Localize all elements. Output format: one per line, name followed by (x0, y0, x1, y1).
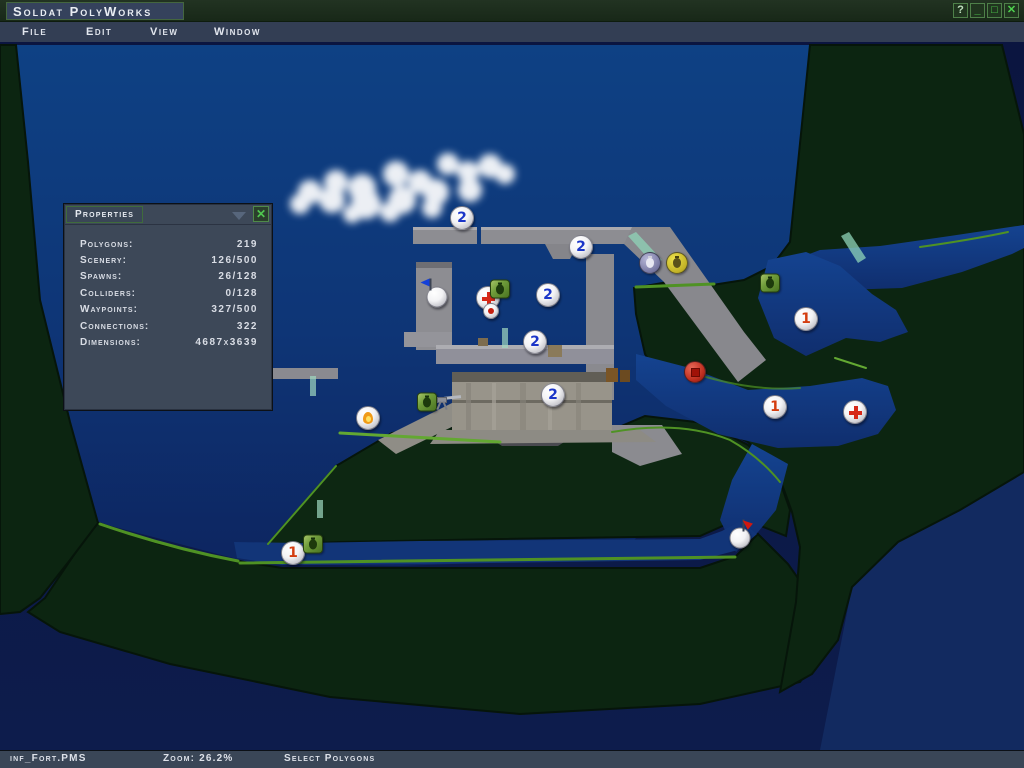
property-label: Colliders: (80, 288, 136, 299)
marker-grenade-box[interactable] (760, 274, 780, 293)
property-label: Polygons: (80, 239, 133, 250)
status-active-tool: Select Polygons (284, 753, 375, 764)
properties-row: Dimensions: 4687x3639 (64, 334, 272, 350)
properties-row: Polygons: 219 (64, 236, 272, 252)
properties-panel-titlebar[interactable]: Properties ✕ (64, 204, 272, 225)
marker-spawn-alpha[interactable]: 1 (281, 541, 305, 565)
property-value: 219 (237, 239, 258, 250)
marker-flag-bravo[interactable] (427, 287, 448, 308)
marker-spawn-bravo[interactable]: 2 (523, 330, 547, 354)
property-label: Spawns: (80, 271, 122, 282)
properties-panel-title-box: Properties (66, 206, 143, 223)
marker-spawn-bravo[interactable]: 2 (536, 283, 560, 307)
property-value: 327/500 (211, 304, 258, 315)
property-value: 126/500 (211, 255, 258, 266)
status-zoom-level: Zoom: 26.2% (163, 753, 234, 764)
properties-row: Waypoints: 327/500 (64, 302, 272, 318)
menu-file[interactable]: File (22, 26, 64, 38)
property-label: Waypoints: (80, 304, 138, 315)
menu-window[interactable]: Window (214, 26, 274, 38)
window-controls: ?_□✕ (953, 3, 1019, 18)
properties-row: Spawns: 26/128 (64, 269, 272, 285)
marker-bonus-predator[interactable] (639, 252, 661, 274)
properties-row: Colliders: 0/128 (64, 285, 272, 301)
menu-view[interactable]: View (150, 26, 192, 38)
marker-bonus-flamer[interactable] (356, 406, 380, 430)
property-value: 0/128 (225, 288, 258, 299)
marker-spawn-alpha[interactable]: 1 (763, 395, 787, 419)
marker-medkit[interactable] (843, 400, 867, 424)
marker-stat-gun[interactable] (432, 393, 462, 409)
property-label: Connections: (80, 321, 149, 332)
property-label: Scenery: (80, 255, 127, 266)
window-title: Soldat PolyWorks (13, 4, 152, 19)
properties-panel: Properties ✕ Polygons: 219 Scenery: 126/500… (63, 203, 273, 411)
marker-spawn-alpha[interactable]: 1 (794, 307, 818, 331)
chevron-down-icon[interactable] (232, 212, 246, 220)
property-label: Dimensions: (80, 337, 141, 348)
marker-spawn-bravo[interactable]: 2 (450, 206, 474, 230)
help-button[interactable]: ? (953, 3, 968, 18)
close-button[interactable]: ✕ (1004, 3, 1019, 18)
maximize-button[interactable]: □ (987, 3, 1002, 18)
marker-medkit-small[interactable] (483, 303, 499, 319)
property-value: 322 (237, 321, 258, 332)
menu-edit[interactable]: Edit (86, 26, 128, 38)
marker-bonus-flamegod[interactable] (666, 252, 688, 274)
properties-row: Connections: 322 (64, 318, 272, 334)
minimize-button[interactable]: _ (970, 3, 985, 18)
marker-grenade-box[interactable] (490, 280, 510, 299)
property-value: 4687x3639 (195, 337, 258, 348)
marker-bonus-berserker[interactable] (684, 361, 706, 383)
property-value: 26/128 (218, 271, 258, 282)
properties-row: Scenery: 126/500 (64, 252, 272, 268)
marker-grenade-box[interactable] (303, 535, 323, 554)
properties-panel-body: Polygons: 219 Scenery: 126/500 Spawns: 26/128… (64, 225, 272, 351)
window-title-box: Soldat PolyWorks (6, 2, 184, 20)
menu-bar: File Edit View Window (0, 22, 1024, 42)
marker-spawn-bravo[interactable]: 2 (569, 235, 593, 259)
window-titlebar[interactable]: Soldat PolyWorks ?_□✕ (0, 0, 1024, 22)
marker-spawn-bravo[interactable]: 2 (541, 383, 565, 407)
status-bar: inf_Fort.PMS Zoom: 26.2% Select Polygons (0, 750, 1024, 768)
marker-flag-alpha[interactable] (730, 528, 751, 549)
close-icon[interactable]: ✕ (253, 206, 269, 222)
status-filename: inf_Fort.PMS (10, 753, 87, 764)
properties-panel-title: Properties (75, 209, 134, 220)
